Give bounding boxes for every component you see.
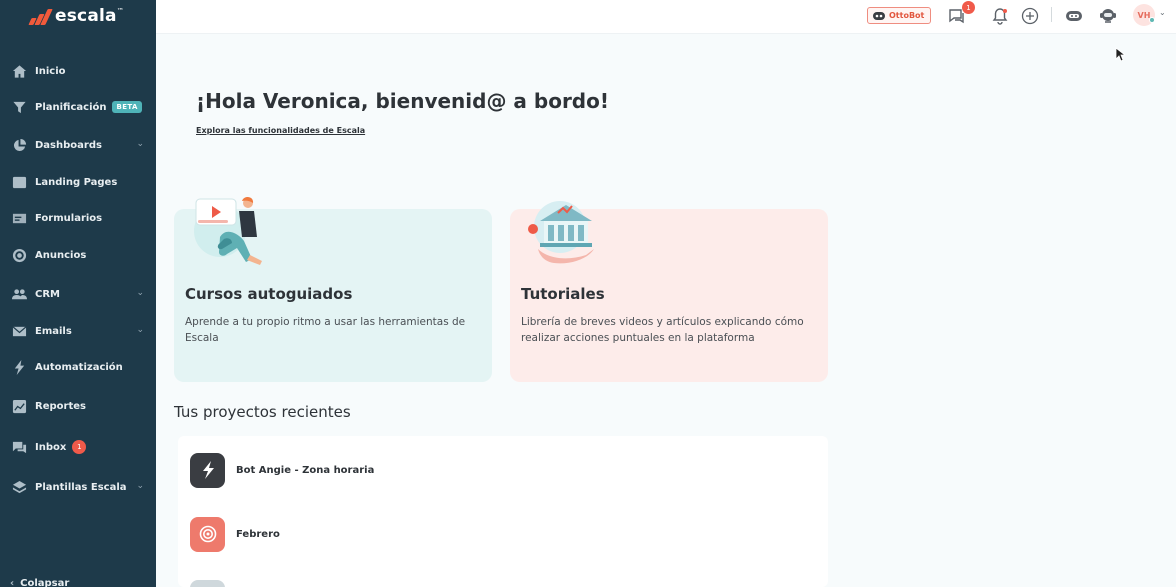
card-description: Librería de breves videos y artículos ex… (521, 314, 821, 346)
collapse-button[interactable]: ‹ Colapsar (10, 578, 69, 587)
sidebar-item-label: Landing Pages (35, 176, 118, 188)
sidebar-item-landing-pages[interactable]: Landing Pages (0, 167, 156, 197)
mouse-cursor-icon (1115, 47, 1125, 62)
collapse-label: Colapsar (20, 578, 70, 587)
card-description-line: realizar acciones puntuales en la plataf… (521, 332, 755, 344)
chevron-down-icon: ⌄ (136, 139, 144, 149)
card-title: Tutoriales (521, 285, 605, 303)
sidebar-item-inicio[interactable]: Inicio (0, 56, 156, 86)
ottobot-label: OttoBot (889, 11, 925, 20)
home-icon (11, 63, 27, 79)
recent-project-name: Febrero (236, 528, 280, 540)
card-tutoriales[interactable]: Tutoriales Librería de breves videos y a… (510, 201, 828, 382)
messages-badge: 1 (962, 1, 975, 14)
sidebar-item-formularios[interactable]: Formularios (0, 203, 156, 233)
sidebar-item-label: Formularios (35, 212, 103, 224)
form-icon (11, 210, 27, 226)
sidebar-item-emails[interactable]: Emails ⌄ (0, 316, 156, 346)
recent-project-icon-partial (190, 580, 225, 587)
recent-project-item[interactable]: Bot Angie - Zona horaria (190, 452, 374, 488)
bot-button[interactable] (1064, 6, 1084, 26)
sidebar-item-crm[interactable]: CRM ⌄ (0, 279, 156, 309)
messages-button[interactable]: 1 (947, 1, 975, 26)
users-icon (11, 286, 27, 302)
chevron-down-icon: ⌄ (136, 481, 144, 491)
sidebar-item-label: Planificación (35, 101, 107, 113)
funnel-icon (11, 99, 27, 115)
sidebar-item-reportes[interactable]: Reportes (0, 391, 156, 421)
card-cursos-autoguiados[interactable]: Cursos autoguiados Aprende a tu propio r… (174, 197, 492, 382)
target-icon (190, 516, 225, 552)
escala-logo-mark (27, 7, 53, 25)
sidebar-item-plantillas-escala[interactable]: Plantillas Escala ⌄ (0, 472, 156, 502)
sidebar-item-dashboards[interactable]: Dashboards ⌄ (0, 130, 156, 160)
lightning-icon (190, 452, 225, 488)
plus-circle-icon (1021, 7, 1039, 25)
sidebar-item-automatizacion[interactable]: Automatización (0, 352, 156, 382)
envelope-icon (11, 323, 27, 339)
support-agent-icon (1100, 9, 1116, 23)
sidebar-item-label: Emails (35, 325, 72, 337)
escala-logo[interactable]: escala ™ (27, 5, 124, 27)
recent-projects-title: Tus proyectos recientes (174, 403, 351, 421)
ottobot-button[interactable]: OttoBot (867, 7, 931, 24)
recent-project-item[interactable]: Febrero (190, 516, 280, 552)
card-description-line: Librería de breves videos y artículos ex… (521, 316, 804, 328)
chevron-down-icon: ⌄ (136, 325, 144, 335)
sidebar-item-label: Inbox (35, 441, 67, 453)
explore-features-link[interactable]: Explora las funcionalidades de Escala (196, 126, 365, 135)
bell-icon (992, 8, 1008, 25)
course-illustration (194, 197, 262, 265)
recent-projects-panel: Bot Angie - Zona horaria Febrero (178, 436, 828, 587)
sidebar-item-anuncios[interactable]: Anuncios (0, 240, 156, 270)
tutorial-illustration (528, 201, 594, 264)
page-title: ¡Hola Veronica, bienvenid@ a bordo! (196, 89, 609, 113)
layers-icon (11, 479, 27, 495)
add-button[interactable] (1020, 6, 1040, 26)
sidebar-item-label: Anuncios (35, 249, 87, 261)
chevron-left-icon: ‹ (10, 578, 15, 587)
recent-project-name: Bot Angie - Zona horaria (236, 464, 375, 476)
sidebar-item-label: Reportes (35, 400, 86, 412)
sidebar-item-label: Dashboards (35, 139, 102, 151)
chevron-down-icon[interactable]: ⌄ (1159, 8, 1166, 17)
online-status-dot (1149, 17, 1155, 23)
notifications-button[interactable] (990, 6, 1010, 26)
card-title: Cursos autoguiados (185, 285, 353, 303)
sidebar-item-label: Inicio (35, 65, 66, 77)
report-icon (11, 398, 27, 414)
chat-icon (11, 439, 27, 455)
landing-page-icon (11, 174, 27, 190)
bot-icon (1066, 11, 1082, 21)
support-button[interactable] (1098, 6, 1118, 26)
sidebar-item-inbox[interactable]: Inbox 1 (0, 432, 156, 462)
sidebar-item-planificacion[interactable]: Planificación BETA (0, 92, 156, 122)
robot-icon (873, 11, 885, 20)
sidebar: escala ™ Inicio Planificación BETA Dashbo… (0, 0, 156, 587)
card-description: Aprende a tu propio ritmo a usar las her… (185, 316, 466, 344)
trademark-mark: ™ (116, 7, 124, 15)
topbar-divider (1051, 7, 1052, 22)
sidebar-item-label: CRM (35, 288, 60, 300)
target-icon (11, 247, 27, 263)
chevron-down-icon: ⌄ (136, 288, 144, 298)
brand-name: escala (55, 6, 117, 26)
inbox-badge: 1 (72, 440, 87, 454)
lightning-icon (11, 359, 27, 375)
top-bar: OttoBot 1 VH ⌄ (156, 0, 1176, 34)
sidebar-item-label: Automatización (35, 361, 123, 373)
sidebar-item-label: Plantillas Escala (35, 481, 127, 493)
pie-chart-icon (11, 137, 27, 153)
beta-tag: BETA (112, 101, 142, 113)
